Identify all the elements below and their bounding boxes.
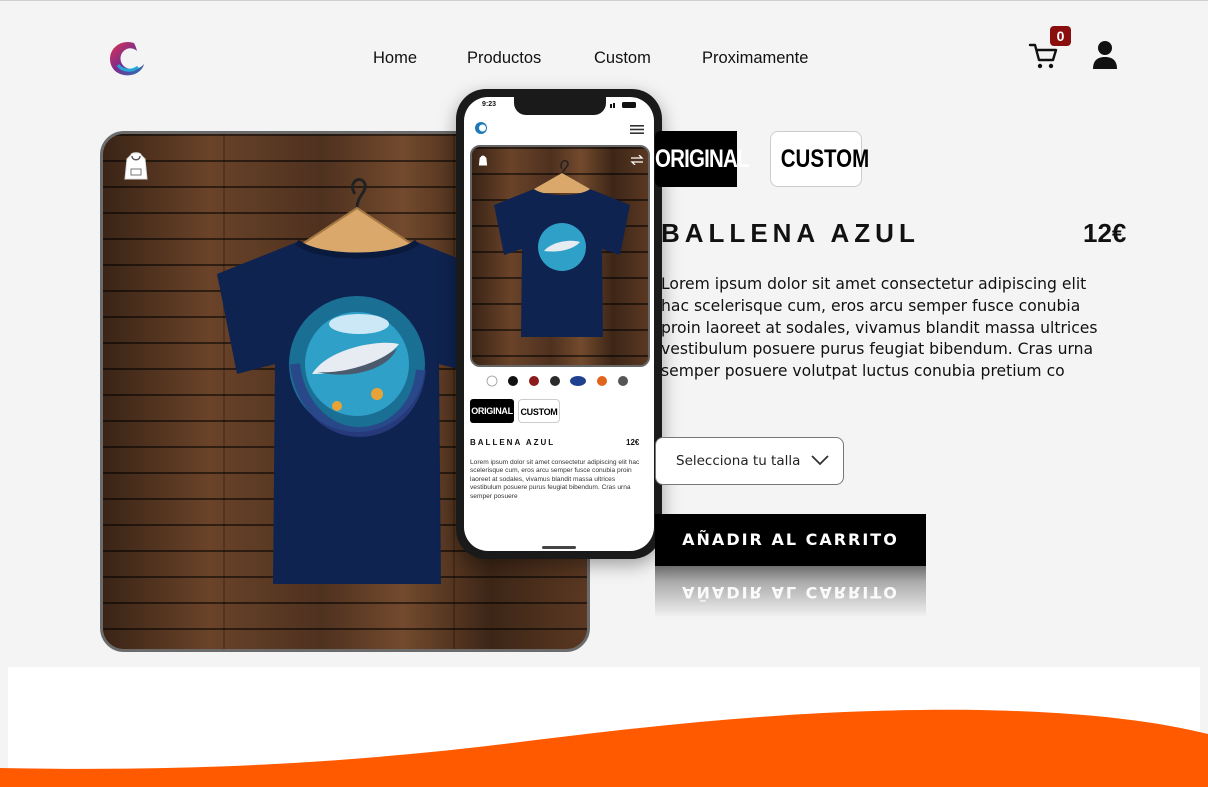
- tab-custom[interactable]: CUSTOM: [770, 131, 869, 187]
- phone-product-description: Lorem ipsum dolor sit amet consectetur a…: [470, 459, 640, 500]
- battery-icon: [610, 102, 636, 108]
- phone-logo-icon: [475, 122, 487, 134]
- phone-product-price: 12€: [626, 438, 640, 447]
- size-select[interactable]: Selecciona tu talla: [655, 437, 844, 485]
- phone-product-photo: [470, 145, 650, 367]
- color-swatches[interactable]: [486, 375, 636, 387]
- top-divider: [0, 0, 1208, 1]
- phone-tshirt-image: [494, 159, 630, 337]
- phone-swap-icon: [630, 155, 644, 165]
- size-select-label: Selecciona tu talla: [676, 453, 801, 469]
- nav-productos[interactable]: Productos: [467, 49, 541, 68]
- orange-wave-divider: [0, 709, 1208, 787]
- phone-hoodie-icon: [478, 155, 488, 166]
- tab-custom-label: CUSTOM: [780, 145, 870, 173]
- chevron-down-icon: [811, 455, 829, 466]
- nav-custom[interactable]: Custom: [594, 49, 651, 68]
- product-title: BALLENA AZUL: [661, 218, 920, 248]
- phone-tab-custom[interactable]: CUSTOM: [518, 399, 560, 423]
- phone-tabs: ORIGINAL CUSTOM: [470, 399, 570, 425]
- main-nav: Home Productos Custom Proximamente: [0, 49, 1208, 71]
- phone-tab-original[interactable]: ORIGINAL: [470, 399, 514, 423]
- nav-proximamente[interactable]: Proximamente: [702, 49, 808, 68]
- cart-count-badge: 0: [1050, 26, 1071, 46]
- phone-time: 9:23: [482, 101, 497, 108]
- nav-home[interactable]: Home: [373, 49, 417, 68]
- phone-home-indicator: [542, 546, 576, 549]
- tab-original[interactable]: ORIGINAL: [655, 131, 749, 187]
- add-to-cart-button[interactable]: AÑADIR AL CARRITO: [655, 514, 926, 566]
- cart-icon[interactable]: [1028, 42, 1060, 70]
- phone-product-title: BALLENA AZUL: [470, 438, 556, 447]
- hamburger-menu-icon[interactable]: [630, 125, 644, 134]
- add-to-cart-reflection: AÑADIR AL CARRITO: [655, 566, 926, 618]
- hoodie-icon[interactable]: [123, 151, 149, 183]
- product-price: 12€: [1083, 218, 1127, 248]
- phone-screen: 9:23 ORIGINAL CUSTOM BALLENA AZUL 12€ Lo…: [464, 97, 654, 551]
- user-icon[interactable]: [1092, 40, 1118, 70]
- phone-mockup: 9:23 ORIGINAL CUSTOM BALLENA AZUL 12€ Lo…: [456, 89, 662, 559]
- product-page: Home Productos Custom Proximamente 0 9:2…: [0, 0, 1208, 787]
- product-description: Lorem ipsum dolor sit amet consectetur a…: [661, 275, 1098, 381]
- phone-notch: [514, 97, 606, 115]
